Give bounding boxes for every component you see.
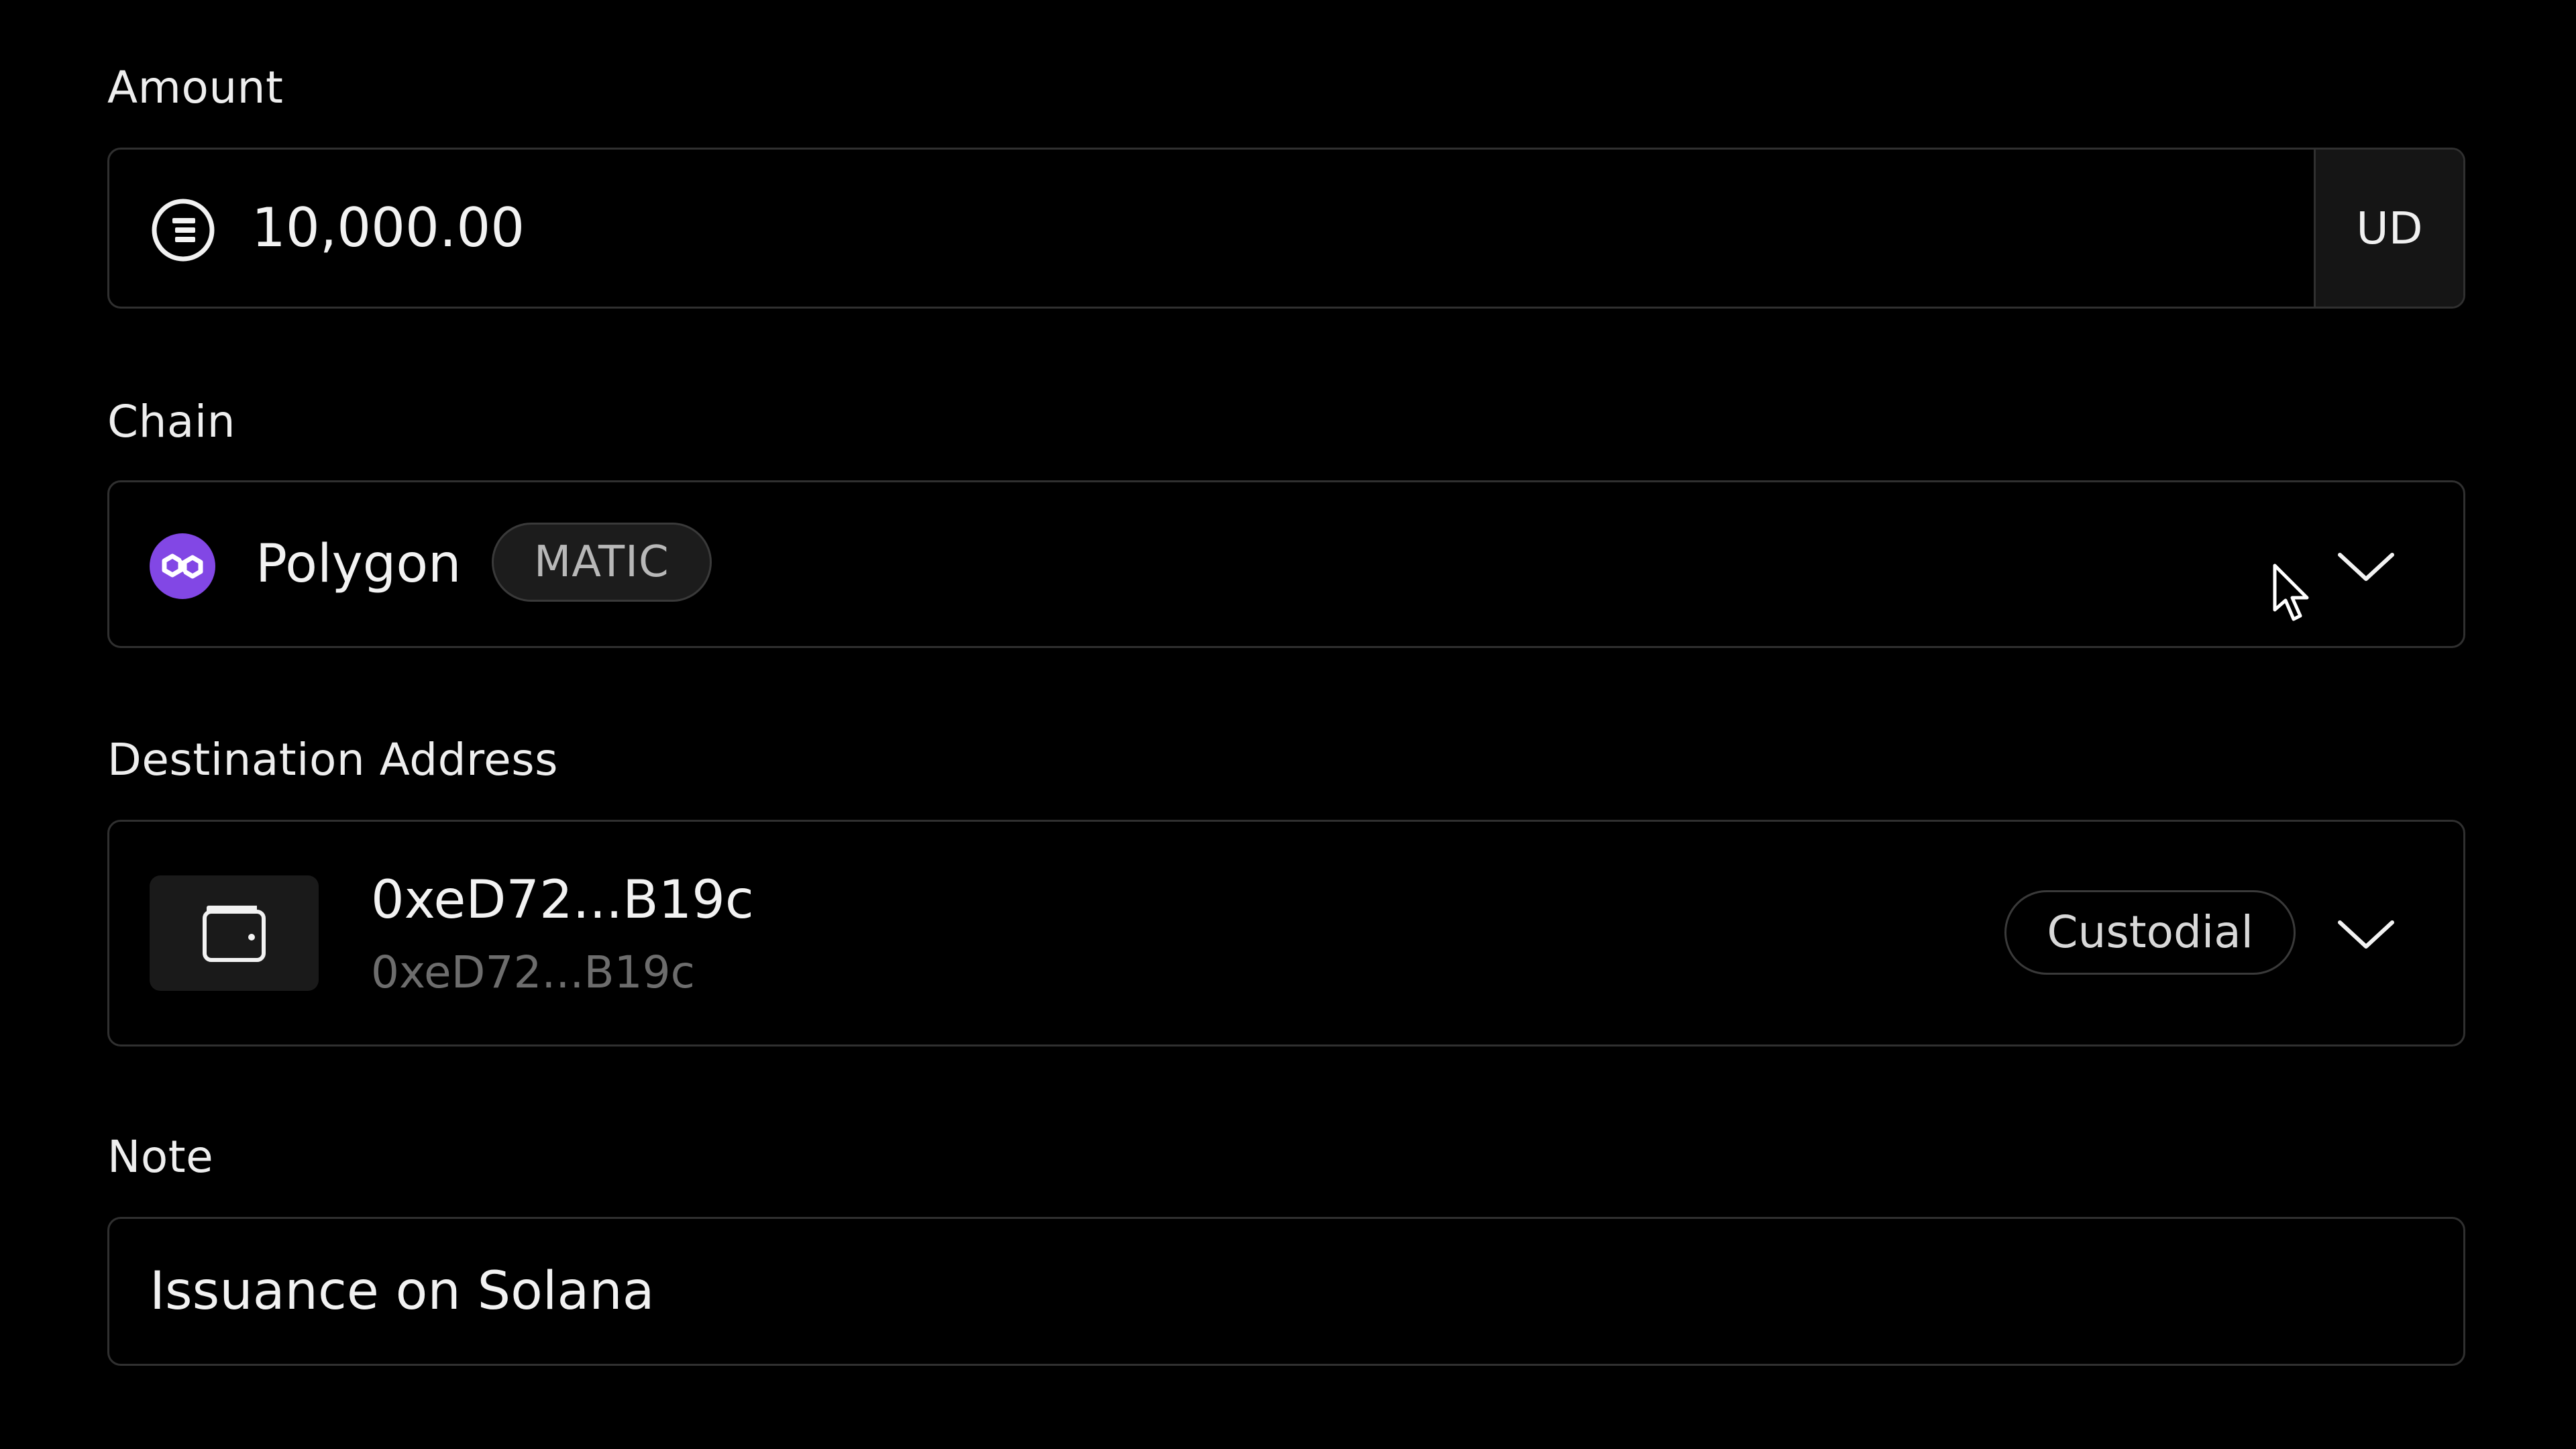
destination-address: 0xeD72...B19c [371,870,754,930]
destination-address-select[interactable]: 0xeD72...B19c 0xeD72...B19c Custodial [107,820,2465,1046]
amount-input[interactable]: 10,000.00 UD [107,148,2465,309]
destination-address-label: Destination Address [107,734,559,786]
note-label: Note [107,1131,214,1183]
chain-token-badge: MATIC [492,523,712,602]
amount-label: Amount [107,62,284,113]
mouse-cursor-icon [2272,563,2312,623]
destination-address-secondary: 0xeD72...B19c [371,947,695,998]
chain-selected-value: Polygon [256,534,462,594]
amount-value[interactable]: 10,000.00 [252,150,525,307]
chevron-down-icon[interactable] [2336,914,2396,955]
chain-label: Chain [107,396,236,447]
coin-icon [150,197,217,264]
note-input[interactable]: Issuance on Solana [107,1217,2465,1366]
amount-unit: UD [2314,150,2463,307]
polygon-icon [150,533,215,599]
chain-select[interactable]: Polygon MATIC [107,480,2465,648]
wallet-icon [201,902,268,964]
chevron-down-icon[interactable] [2336,547,2396,587]
wallet-avatar [150,875,319,991]
wallet-type-badge: Custodial [2004,890,2296,975]
note-value[interactable]: Issuance on Solana [150,1219,655,1364]
